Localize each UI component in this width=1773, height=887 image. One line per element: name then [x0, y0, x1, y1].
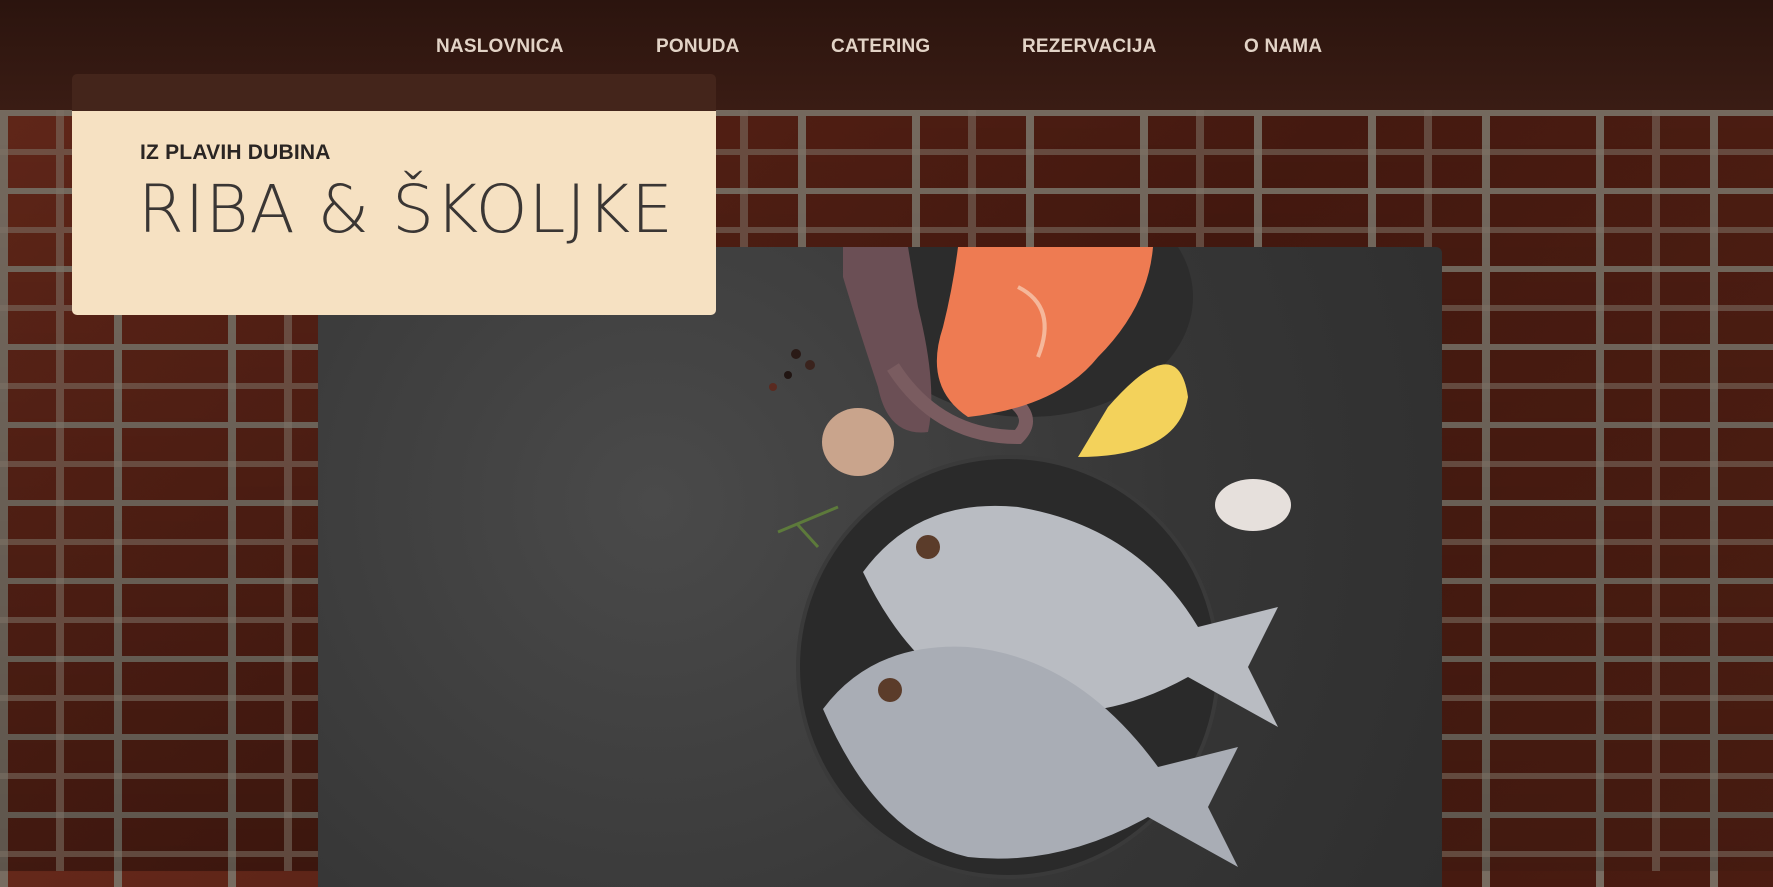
seafood-illustration [769, 247, 1291, 879]
nav-item-o-nama[interactable]: O NAMA [1244, 36, 1322, 58]
nav-item-naslovnica[interactable]: NASLOVNICA [436, 36, 564, 58]
title-card-header [72, 74, 716, 112]
page-title: RIBA & ŠKOLJKE [138, 171, 674, 248]
nav-item-rezervacija[interactable]: REZERVACIJA [1022, 36, 1157, 58]
scallop-shell [822, 408, 894, 476]
section-kicker: IZ PLAVIH DUBINA [140, 141, 331, 164]
hero-image-fish [318, 247, 1442, 887]
title-card: IZ PLAVIH DUBINA RIBA & ŠKOLJKE [72, 111, 716, 315]
nav-item-catering[interactable]: CATERING [831, 36, 930, 58]
clam-shell [1215, 479, 1291, 531]
rosemary-sprig [777, 505, 839, 549]
nav-item-ponuda[interactable]: PONUDA [656, 36, 740, 58]
main-nav: NASLOVNICA PONUDA CATERING REZERVACIJA O… [0, 36, 1773, 66]
